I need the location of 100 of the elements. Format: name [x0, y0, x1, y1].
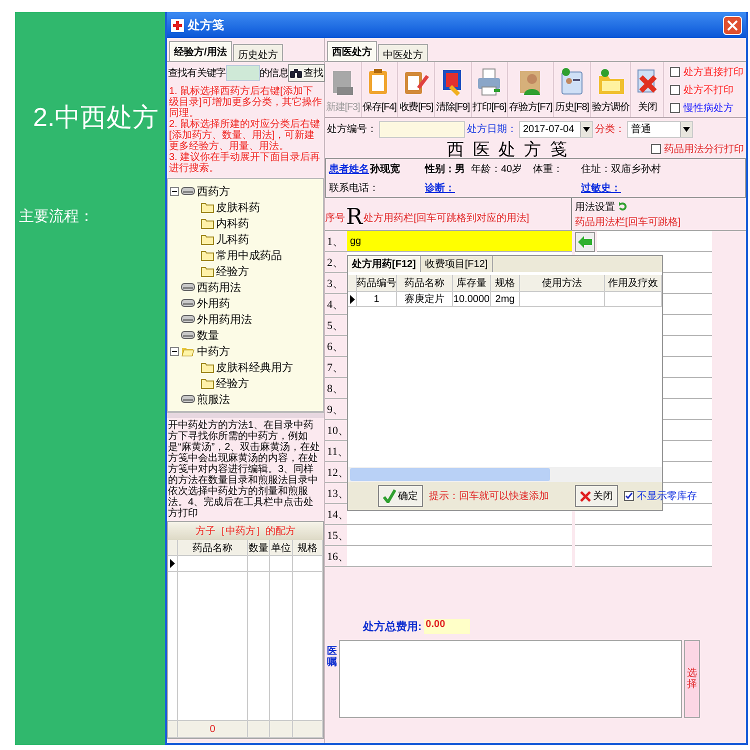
- add-button[interactable]: [575, 232, 595, 252]
- toolbar-button[interactable]: 打印[F6]: [472, 62, 508, 117]
- tab[interactable]: 历史处方: [232, 44, 283, 61]
- tree-item[interactable]: 儿科药: [216, 232, 249, 246]
- column-label: 序号: [325, 212, 345, 225]
- left-arrow-icon: [578, 236, 592, 248]
- tree-item[interactable]: 西药方: [197, 184, 230, 198]
- tree-item[interactable]: 内科药: [216, 216, 249, 230]
- window-title: 处方笺: [188, 16, 225, 34]
- select-button[interactable]: 选择: [684, 640, 700, 718]
- folder-icon: [201, 362, 214, 372]
- tree-item[interactable]: 皮肤科经典用方: [216, 360, 293, 374]
- usage-input[interactable]: [597, 231, 712, 252]
- column-header: 药品名称: [178, 540, 248, 555]
- refresh-icon[interactable]: [618, 202, 628, 212]
- tab[interactable]: 处方用药[F12]: [348, 256, 421, 272]
- folder-icon: [201, 234, 214, 244]
- close-icon: [580, 490, 591, 502]
- column-header: 规格: [293, 540, 323, 555]
- search-button[interactable]: 查找: [288, 64, 326, 82]
- patient-address: 住址：双庙乡孙村: [581, 162, 662, 176]
- close-button[interactable]: 关闭: [575, 485, 618, 507]
- drug-input[interactable]: [347, 546, 572, 567]
- grid-title: 方子［中药方］的配方: [168, 522, 323, 540]
- checkbox[interactable]: [670, 84, 680, 94]
- total-value: 0.00: [424, 619, 470, 634]
- tab[interactable]: 西医处方: [327, 41, 377, 61]
- tab[interactable]: 经验方/用法: [169, 41, 232, 61]
- checkbox[interactable]: [670, 102, 680, 112]
- toolbar-button[interactable]: 存验方[F7]: [508, 62, 554, 117]
- collapse-icon[interactable]: [170, 346, 179, 356]
- patient-weight: 体重：: [533, 162, 564, 176]
- ok-button[interactable]: 确定: [378, 485, 423, 507]
- category-select[interactable]: 普通: [627, 120, 693, 138]
- toolbar-button[interactable]: 收费[F5]: [398, 62, 435, 117]
- toolbar-button[interactable]: 验方调价: [590, 62, 632, 117]
- column-header: 数量: [248, 540, 270, 555]
- column-header: 使用方法: [520, 275, 605, 291]
- instruction-text: 3. 建议你在手动展开下面目录后再进行搜索。: [169, 152, 322, 174]
- tree-item[interactable]: 煎服法: [197, 392, 230, 406]
- field-label: 处方日期：: [467, 122, 517, 136]
- footer-total: 0: [178, 721, 248, 737]
- date-select[interactable]: 2017-07-04: [519, 120, 593, 138]
- checkbox[interactable]: [651, 144, 661, 154]
- close-icon[interactable]: [723, 16, 742, 34]
- advice-label: 医嘱: [327, 645, 337, 670]
- allergy-link[interactable]: 过敏史：: [581, 182, 621, 194]
- tree-item[interactable]: 经验方: [216, 376, 249, 390]
- table-cell: 10.0000: [453, 292, 491, 306]
- patient-name: 孙现宽: [370, 162, 400, 176]
- search-label: 的信息: [260, 66, 288, 80]
- usage-input[interactable]: [575, 546, 712, 567]
- tab[interactable]: 中医处方: [378, 44, 428, 61]
- check-icon: [383, 489, 396, 503]
- column-header: 作用及疗效: [605, 275, 662, 291]
- column-header: 库存量: [453, 275, 491, 291]
- table-cell: 赛庚定片: [397, 292, 453, 306]
- tree-item[interactable]: 中药方: [197, 344, 230, 358]
- tree-item[interactable]: 西药用法: [197, 280, 241, 294]
- collapse-icon[interactable]: [170, 186, 179, 196]
- advice-field[interactable]: [339, 640, 682, 718]
- table-cell: 1: [357, 292, 397, 306]
- usage-input[interactable]: [575, 525, 712, 546]
- drug-input[interactable]: gg: [347, 231, 572, 252]
- tree-item[interactable]: 经验方: [216, 264, 249, 278]
- toolbar-button[interactable]: 历史[F8]: [554, 62, 591, 117]
- column-hint: 处方用药栏[回车可跳格到对应的用法]: [364, 212, 530, 225]
- tree-item[interactable]: 外用药: [197, 296, 230, 310]
- rx-symbol: R: [346, 207, 363, 229]
- option-label: 慢性病处方: [670, 100, 744, 114]
- toolbar-button[interactable]: 保存[F4]: [362, 62, 398, 117]
- form-heading: 西 医 处 方 笺: [446, 138, 570, 160]
- hint-text: 提示：回车就可以快速添加: [429, 490, 549, 503]
- tree-item[interactable]: 数量: [197, 328, 219, 342]
- search-field[interactable]: [226, 65, 260, 81]
- row-pointer-icon: [170, 559, 175, 568]
- number-field[interactable]: [379, 120, 465, 138]
- folder-icon: [201, 202, 214, 212]
- patient-link[interactable]: 患者姓名: [329, 162, 369, 176]
- toolbar-button[interactable]: 清除[F9]: [434, 62, 472, 117]
- column-header: 单位: [270, 540, 293, 555]
- folder-icon: [201, 250, 214, 260]
- checkbox[interactable]: [624, 491, 634, 501]
- diagnosis-link[interactable]: 诊断：: [425, 182, 455, 194]
- patient-gender: 性别：男: [425, 162, 466, 176]
- instruction-text: 2. 鼠标选择所建的对应分类后右键[添加药方、数量、用法]，可新建更多经验方、用量、用法。: [169, 119, 322, 152]
- checkbox[interactable]: [670, 66, 680, 76]
- usage-settings-label: 用法设置: [575, 200, 615, 214]
- tree-item[interactable]: 常用中成药品: [216, 248, 282, 262]
- total-label: 处方总费用:: [363, 620, 422, 634]
- instruction-text: 1. 鼠标选择西药方后右键[添加下级目录]可增加更多分类，其它操作同理。: [169, 86, 322, 119]
- phone-label: 联系电话：: [329, 182, 380, 194]
- column-hint: 药品用法栏[回车可跳格]: [575, 216, 681, 229]
- column-header: 药品编号: [357, 275, 397, 291]
- option-label: 处方直接打印: [670, 64, 744, 78]
- tree-item[interactable]: 外用药用法: [197, 312, 252, 326]
- toolbar-button[interactable]: 关闭: [631, 62, 664, 117]
- scrollbar[interactable]: [348, 467, 662, 482]
- drug-input[interactable]: [347, 525, 572, 546]
- tree-item[interactable]: 皮肤科药: [216, 200, 260, 214]
